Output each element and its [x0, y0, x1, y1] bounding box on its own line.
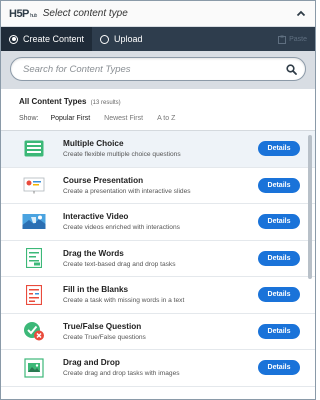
details-button[interactable]: Details — [258, 250, 300, 266]
logo-sub-text: hub — [29, 12, 37, 19]
list-header: All Content Types (13 results) Show: Pop… — [1, 89, 315, 122]
item-title: True/False Question — [63, 321, 142, 331]
item-description: Create flexible multiple choice question… — [63, 151, 181, 159]
selector-title: Select content type — [42, 8, 128, 19]
radio-unselected-icon — [100, 34, 110, 44]
search-area — [1, 51, 315, 89]
h5p-hub-logo: H5P hub — [9, 8, 37, 20]
scrollbar[interactable] — [308, 135, 312, 279]
search-box[interactable] — [10, 57, 306, 81]
content-type-selector: H5P hub Select content type Create Conte… — [0, 0, 316, 400]
clipboard-icon — [278, 35, 287, 44]
item-description: Create videos enriched with interactions — [63, 224, 180, 232]
result-count: (13 results) — [90, 100, 121, 106]
item-title: Drag the Words — [63, 248, 124, 258]
sort-newest-first[interactable]: Newest First — [104, 115, 143, 122]
tab-create-content[interactable]: Create Content — [1, 27, 93, 51]
list-item[interactable]: Multiple Choice Create flexible multiple… — [1, 131, 315, 168]
list-item[interactable]: Fill in the Blanks Create a task with mi… — [1, 277, 315, 314]
list-item[interactable]: Interactive Video Create videos enriched… — [1, 204, 315, 241]
item-description: Create a presentation with interactive s… — [63, 187, 191, 195]
item-title: Drag and Drop — [63, 358, 120, 368]
search-icon[interactable] — [286, 63, 297, 75]
list-item[interactable]: Course Presentation Create a presentatio… — [1, 168, 315, 204]
details-button[interactable]: Details — [258, 141, 300, 157]
item-title: Interactive Video — [63, 212, 129, 222]
selector-header[interactable]: H5P hub Select content type — [1, 1, 315, 27]
sort-a-to-z[interactable]: A to Z — [157, 115, 175, 122]
drag-and-drop-icon — [21, 358, 47, 378]
drag-the-words-icon — [21, 248, 47, 269]
details-button[interactable]: Details — [258, 360, 300, 376]
paste-label: Paste — [289, 35, 307, 43]
tabs-bar: Create Content Upload Paste — [1, 27, 315, 51]
tab-label: Upload — [114, 34, 143, 44]
item-title: Course Presentation — [63, 175, 144, 185]
item-title: Fill in the Blanks — [63, 285, 129, 295]
item-description: Create True/False questions — [63, 333, 146, 341]
logo-text: H5P — [9, 7, 29, 20]
fill-in-the-blanks-icon — [21, 284, 47, 305]
item-description: Create drag and drop tasks with images — [63, 370, 180, 378]
item-description: Create text-based drag and drop tasks — [63, 260, 176, 268]
true-false-icon — [21, 321, 47, 341]
details-button[interactable]: Details — [258, 214, 300, 230]
content-type-list: Multiple Choice Create flexible multiple… — [1, 131, 315, 388]
item-description: Create a task with missing words in a te… — [63, 297, 185, 305]
details-button[interactable]: Details — [258, 287, 300, 303]
interactive-video-icon — [21, 212, 47, 232]
search-input[interactable] — [23, 63, 286, 75]
multiple-choice-icon — [21, 139, 47, 159]
list-item[interactable]: Drag and Drop Create drag and drop tasks… — [1, 350, 315, 387]
list-item[interactable]: True/False Question Create True/False qu… — [1, 314, 315, 350]
sort-popular-first[interactable]: Popular First — [50, 115, 90, 122]
sort-options: Show: Popular First Newest First A to Z — [19, 115, 303, 122]
list-title-text: All Content Types — [19, 97, 87, 106]
tab-upload[interactable]: Upload — [92, 27, 151, 51]
details-button[interactable]: Details — [258, 177, 300, 193]
radio-selected-icon — [9, 34, 18, 44]
paste-button[interactable]: Paste — [278, 27, 315, 51]
show-label: Show: — [19, 115, 39, 122]
tab-label: Create Content — [23, 34, 85, 44]
list-title: All Content Types (13 results) — [19, 97, 303, 106]
course-presentation-icon — [21, 175, 47, 195]
chevron-up-icon[interactable] — [295, 8, 307, 20]
details-button[interactable]: Details — [258, 323, 300, 339]
item-title: Multiple Choice — [63, 139, 124, 149]
list-item[interactable]: Drag the Words Create text-based drag an… — [1, 241, 315, 277]
